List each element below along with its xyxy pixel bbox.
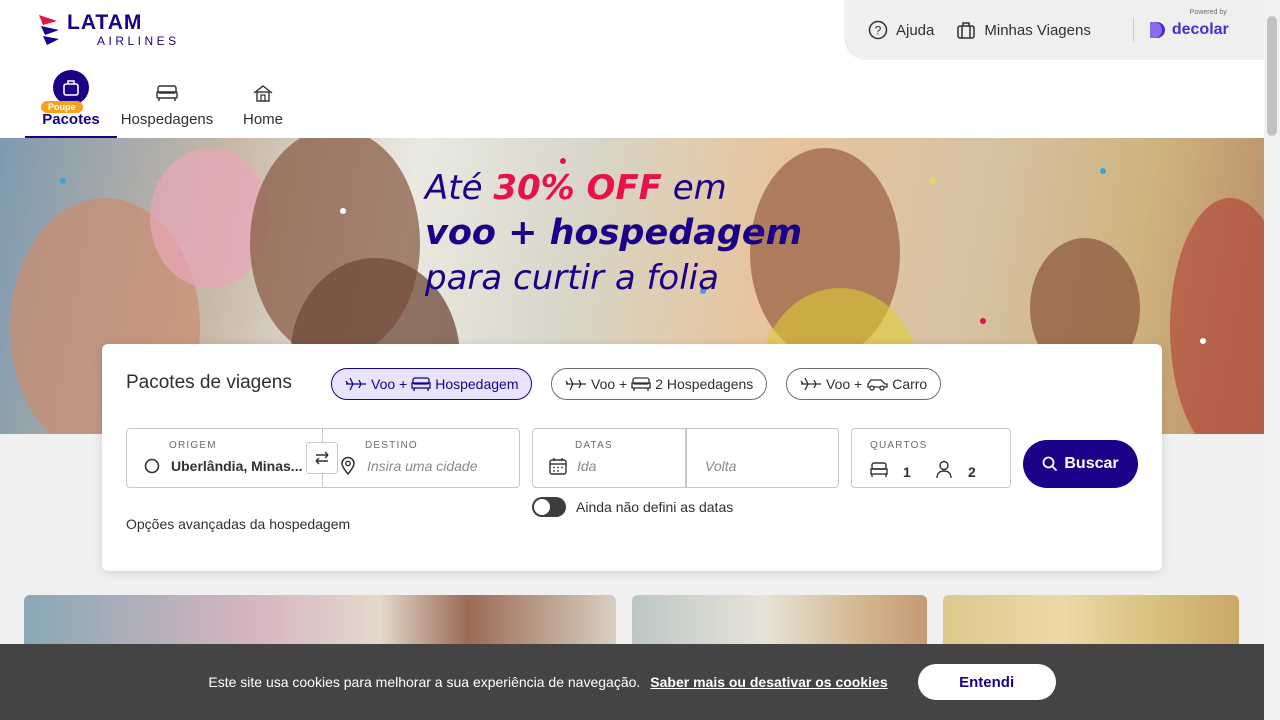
hero-line-3: para curtir a folia <box>425 258 719 298</box>
calendar-icon <box>549 458 567 475</box>
tab-hospedagens-label: Hospedagens <box>120 111 214 128</box>
location-pin-icon <box>341 456 355 476</box>
suitcase-icon <box>957 22 976 39</box>
origin-value: Uberlândia, Minas... <box>171 458 303 474</box>
search-card: Pacotes de viagens Voo + Hospedagem Voo … <box>102 344 1162 571</box>
question-icon: ? <box>868 20 888 40</box>
origin-label: ORIGEM <box>169 440 217 451</box>
my-trips-link[interactable]: Minhas Viagens <box>956 20 1091 40</box>
product-tabs: Poupe Pacotes Hospedagens Home <box>25 70 309 138</box>
site-header: LATAM AIRLINES ? Ajuda Minhas Viagens Po… <box>0 0 1264 138</box>
hero-headline: Até 30% OFF em voo + hospedagem para cur… <box>425 166 802 300</box>
latam-logo-icon <box>39 14 59 45</box>
toggle-label: Ainda não defini as datas <box>576 499 734 515</box>
cookie-banner: Este site usa cookies para melhorar a su… <box>0 644 1264 720</box>
rooms-label: QUARTOS <box>870 440 928 451</box>
cookie-settings-link[interactable]: Saber mais ou desativar os cookies <box>650 674 887 690</box>
bed-icon <box>631 377 651 391</box>
tab-home[interactable]: Home <box>217 70 309 138</box>
confetti <box>60 178 66 184</box>
destination-label: DESTINO <box>365 440 418 451</box>
confetti <box>560 158 566 164</box>
hero-highlight: 30% OFF <box>493 168 662 208</box>
tab-pacotes-label: Pacotes <box>42 111 100 128</box>
search-button[interactable]: Buscar <box>1023 440 1138 488</box>
chip-voo-hospedagem[interactable]: Voo + Hospedagem <box>331 368 533 400</box>
chip-voo-carro[interactable]: Voo + Carro <box>786 368 942 400</box>
bed-icon <box>411 377 431 391</box>
page-scrollbar[interactable] <box>1264 0 1280 720</box>
brand-name: LATAM <box>67 11 143 34</box>
return-placeholder: Volta <box>705 458 737 474</box>
latam-logo[interactable]: LATAM AIRLINES <box>37 12 180 47</box>
help-link[interactable]: ? Ajuda <box>868 20 934 40</box>
house-icon <box>253 85 273 102</box>
toggle-switch[interactable] <box>532 497 566 517</box>
powered-by-label: Powered by <box>1189 9 1227 16</box>
search-button-label: Buscar <box>1064 455 1119 472</box>
destination-field[interactable]: DESTINO Insira uma cidade <box>323 428 520 488</box>
poupe-badge: Poupe <box>41 101 83 113</box>
swap-button[interactable] <box>306 442 338 474</box>
rooms-field[interactable]: QUARTOS 1 2 <box>851 428 1011 488</box>
svg-text:?: ? <box>875 24 882 38</box>
origin-field[interactable]: ORIGEM Uberlândia, Minas... <box>126 428 323 488</box>
tab-pacotes[interactable]: Poupe Pacotes <box>25 70 117 138</box>
divider <box>1132 18 1134 42</box>
person-icon <box>936 460 952 479</box>
tab-home-label: Home <box>242 111 283 128</box>
package-icon <box>53 70 89 105</box>
help-label: Ajuda <box>896 21 935 39</box>
cookie-text: Este site usa cookies para melhorar a su… <box>208 674 641 690</box>
confetti <box>1200 338 1206 344</box>
return-date-field[interactable]: Volta <box>686 428 839 488</box>
confetti <box>340 208 346 214</box>
destination-placeholder: Insira uma cidade <box>367 458 478 474</box>
brand-sub: AIRLINES <box>97 34 180 48</box>
hero-line-1: Até 30% OFF em <box>425 168 727 208</box>
swap-icon <box>315 451 329 465</box>
depart-placeholder: Ida <box>577 458 597 474</box>
dates-label: DATAS <box>575 440 613 451</box>
plane-icon <box>565 377 586 391</box>
chip-label: Carro <box>892 376 928 392</box>
circle-icon <box>144 458 160 474</box>
chip-label: Hospedagem <box>435 376 519 392</box>
search-icon <box>1042 456 1058 472</box>
depart-date-field[interactable]: DATAS Ida <box>532 428 686 488</box>
bed-icon <box>870 462 888 477</box>
search-title: Pacotes de viagens <box>126 372 292 393</box>
plane-icon <box>800 377 821 391</box>
toggle-knob <box>534 499 550 515</box>
scrollbar-thumb[interactable] <box>1267 16 1277 136</box>
hero-photo <box>1170 198 1264 434</box>
chip-voo-2-hospedagens[interactable]: Voo + 2 Hospedagens <box>551 368 768 400</box>
hero-line-2: voo + hospedagem <box>425 213 803 253</box>
bed-icon <box>156 85 178 101</box>
advanced-options-link[interactable]: Opções avançadas da hospedagem <box>126 516 350 532</box>
my-trips-label: Minhas Viagens <box>984 21 1091 39</box>
decolar-icon <box>1149 22 1165 38</box>
accept-cookies-button[interactable]: Entendi <box>917 664 1056 700</box>
confetti <box>980 318 986 324</box>
utility-bar: ? Ajuda Minhas Viagens Powered by decola… <box>844 0 1264 60</box>
rooms-count: 1 <box>903 464 911 480</box>
decolar-logo: Powered by decolar <box>1148 9 1229 40</box>
decolar-word: decolar <box>1171 21 1229 38</box>
chip-label: 2 Hospedagens <box>655 376 754 392</box>
undecided-dates-toggle[interactable]: Ainda não defini as datas <box>532 497 733 517</box>
tab-hospedagens[interactable]: Hospedagens <box>117 70 217 138</box>
confetti <box>930 178 936 184</box>
plane-icon <box>345 377 366 391</box>
confetti <box>1100 168 1106 174</box>
people-count: 2 <box>968 464 976 480</box>
car-icon <box>867 379 888 391</box>
